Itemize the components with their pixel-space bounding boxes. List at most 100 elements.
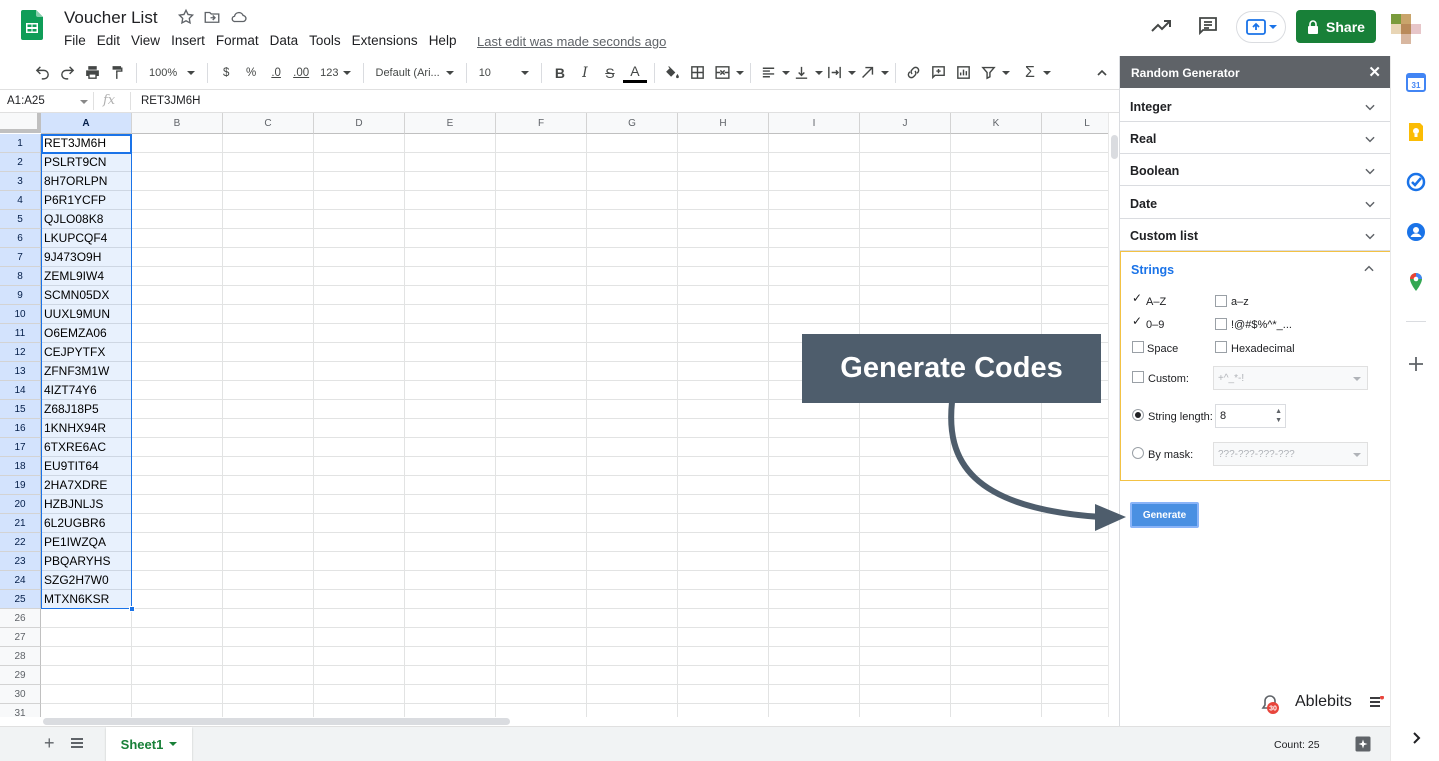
chevron-down-icon[interactable]: [781, 70, 790, 75]
row-header[interactable]: 6: [0, 229, 41, 248]
chevron-up-icon[interactable]: [1362, 262, 1376, 276]
chevron-down-icon[interactable]: [847, 70, 856, 75]
cell-a10[interactable]: UUXL9MUN: [44, 305, 110, 324]
menu-file[interactable]: File: [64, 33, 92, 48]
print-button[interactable]: [80, 61, 104, 85]
chevron-down-icon[interactable]: [1001, 70, 1010, 75]
section-custom-list[interactable]: Custom list: [1120, 219, 1391, 251]
checkbox-uppercase[interactable]: [1132, 291, 1144, 306]
insert-comment-button[interactable]: [927, 61, 951, 85]
cell-a9[interactable]: SCMN05DX: [44, 286, 109, 305]
checkbox-hexadecimal[interactable]: [1215, 341, 1227, 353]
row-header[interactable]: 25: [0, 590, 41, 609]
scrollbar-thumb[interactable]: [43, 718, 510, 725]
menu-format[interactable]: Format: [216, 33, 265, 48]
cell-a2[interactable]: PSLRT9CN: [44, 153, 106, 172]
cell-a15[interactable]: Z68J18P5: [44, 400, 99, 419]
filter-button[interactable]: [977, 61, 1001, 85]
checkbox-symbols[interactable]: [1215, 318, 1227, 330]
cloud-saved-icon[interactable]: [230, 8, 248, 26]
select-all-corner[interactable]: [0, 113, 41, 133]
section-real[interactable]: Real: [1120, 122, 1391, 154]
avatar[interactable]: [1391, 14, 1421, 44]
row-header[interactable]: 5: [0, 210, 41, 229]
menu-extensions[interactable]: Extensions: [352, 33, 424, 48]
chevron-down-icon[interactable]: [1042, 70, 1051, 75]
cell-a14[interactable]: 4IZT74Y6: [44, 381, 97, 400]
row-header[interactable]: 11: [0, 324, 41, 343]
notifications-icon[interactable]: 30: [1260, 694, 1280, 714]
column-header-h[interactable]: H: [678, 113, 769, 134]
row-header[interactable]: 10: [0, 305, 41, 324]
trending-icon[interactable]: [1149, 14, 1173, 38]
row-header[interactable]: 12: [0, 343, 41, 362]
custom-characters-input[interactable]: +^_*-!: [1213, 366, 1368, 390]
row-header[interactable]: 7: [0, 248, 41, 267]
row-header[interactable]: 17: [0, 438, 41, 457]
menu-help[interactable]: Help: [429, 33, 463, 48]
row-header[interactable]: 15: [0, 400, 41, 419]
cell-a20[interactable]: HZBJNLJS: [44, 495, 103, 514]
number-format-select[interactable]: 123: [314, 67, 356, 79]
cell-a22[interactable]: PE1IWZQA: [44, 533, 106, 552]
cell-a12[interactable]: CEJPYTFX: [44, 343, 105, 362]
cell-a13[interactable]: ZFNF3M1W: [44, 362, 109, 381]
zoom-select[interactable]: 100%: [143, 67, 201, 79]
cell-a4[interactable]: P6R1YCFP: [44, 191, 106, 210]
row-header[interactable]: 30: [0, 685, 41, 704]
cell-a17[interactable]: 6TXRE6AC: [44, 438, 106, 457]
close-icon[interactable]: ✕: [1368, 63, 1381, 81]
cell-a16[interactable]: 1KNHX94R: [44, 419, 106, 438]
chevron-right-icon[interactable]: [1406, 728, 1426, 748]
comments-icon[interactable]: [1196, 14, 1220, 38]
tasks-icon[interactable]: [1406, 172, 1426, 192]
radio-by-mask[interactable]: [1132, 447, 1144, 459]
font-select[interactable]: Default (Ari...: [370, 67, 460, 79]
row-header[interactable]: 19: [0, 476, 41, 495]
move-folder-icon[interactable]: [203, 8, 221, 26]
row-header[interactable]: 28: [0, 647, 41, 666]
menu-edit[interactable]: Edit: [97, 33, 126, 48]
row-header[interactable]: 29: [0, 666, 41, 685]
menu-insert[interactable]: Insert: [171, 33, 211, 48]
all-sheets-icon[interactable]: [70, 736, 84, 750]
star-icon[interactable]: [177, 8, 195, 26]
row-header[interactable]: 26: [0, 609, 41, 628]
row-header[interactable]: 4: [0, 191, 41, 210]
add-addon-icon[interactable]: [1406, 354, 1426, 374]
chevron-down-icon[interactable]: [80, 100, 88, 104]
row-header[interactable]: 16: [0, 419, 41, 438]
column-header-k[interactable]: K: [951, 113, 1042, 134]
count-summary[interactable]: Count: 25: [1274, 739, 1320, 751]
undo-button[interactable]: [30, 61, 54, 85]
row-header[interactable]: 3: [0, 172, 41, 191]
row-header[interactable]: 13: [0, 362, 41, 381]
row-header[interactable]: 22: [0, 533, 41, 552]
menu-data[interactable]: Data: [270, 33, 305, 48]
column-header-i[interactable]: I: [769, 113, 860, 134]
column-header-b[interactable]: B: [132, 113, 223, 134]
insert-link-button[interactable]: [902, 61, 926, 85]
row-header[interactable]: 2: [0, 153, 41, 172]
strings-title[interactable]: Strings: [1131, 263, 1174, 277]
increase-decimal-button[interactable]: .00: [289, 61, 313, 85]
cell-a19[interactable]: 2HA7XDRE: [44, 476, 107, 495]
calendar-icon[interactable]: 31: [1406, 72, 1426, 92]
text-rotation-button[interactable]: [856, 61, 880, 85]
column-header-a[interactable]: A: [41, 113, 132, 134]
name-box[interactable]: A1:A25: [7, 95, 45, 107]
keep-icon[interactable]: [1406, 122, 1426, 142]
mask-input[interactable]: ???-???-???-???: [1213, 442, 1368, 466]
column-header-e[interactable]: E: [405, 113, 496, 134]
sheet-tab[interactable]: Sheet1: [106, 727, 192, 761]
add-sheet-button[interactable]: +: [44, 733, 55, 754]
string-length-stepper[interactable]: 8 ▲ ▼: [1215, 404, 1286, 428]
share-button[interactable]: Share: [1296, 10, 1376, 43]
stepper-arrows-icon[interactable]: ▲ ▼: [1275, 407, 1282, 425]
row-header[interactable]: 31: [0, 704, 41, 717]
row-header[interactable]: 23: [0, 552, 41, 571]
row-header[interactable]: 14: [0, 381, 41, 400]
last-edit-link[interactable]: Last edit was made seconds ago: [477, 34, 666, 49]
row-header[interactable]: 27: [0, 628, 41, 647]
section-boolean[interactable]: Boolean: [1120, 154, 1391, 186]
